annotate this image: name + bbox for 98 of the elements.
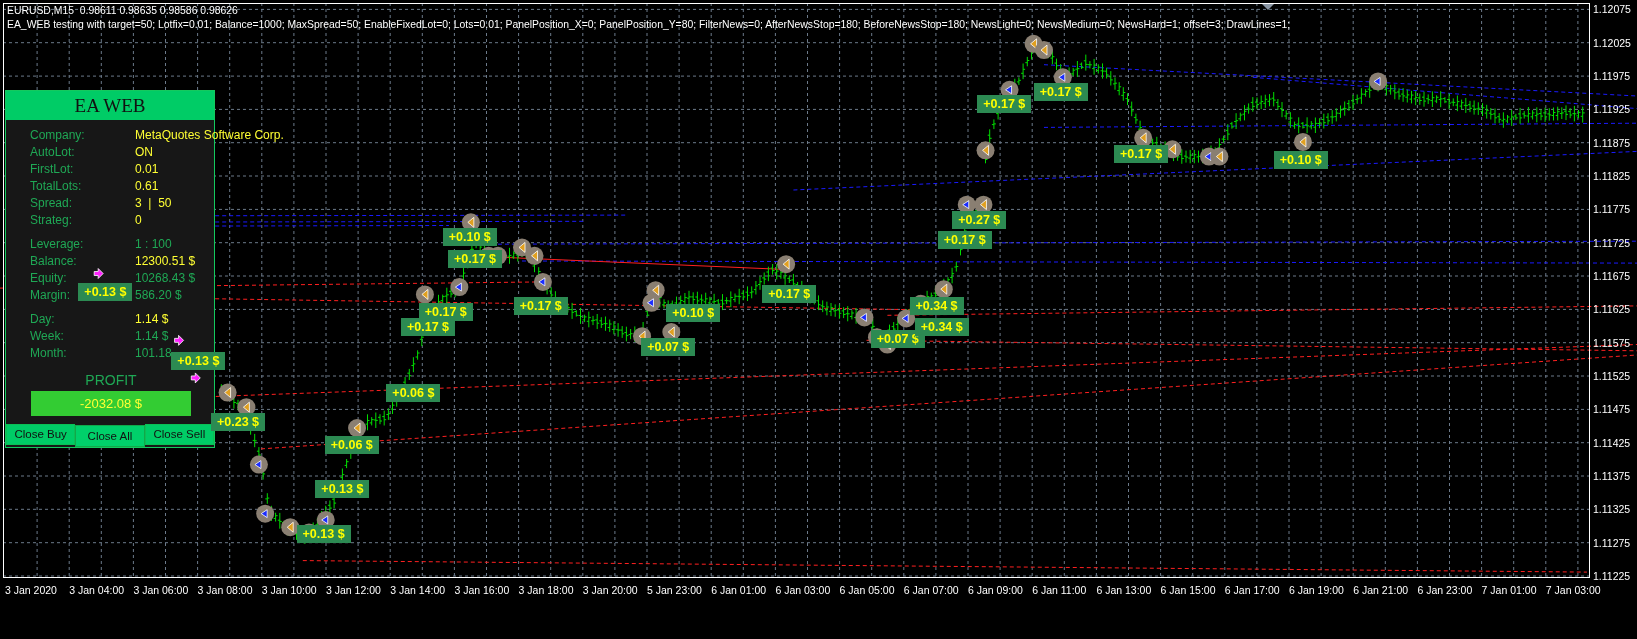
profit-tag: +0.17 $ bbox=[1033, 82, 1088, 101]
price-label: 1.11525 bbox=[1593, 370, 1631, 382]
price-label: 1.11925 bbox=[1593, 103, 1631, 116]
time-label: 6 Jan 13:00 bbox=[1096, 584, 1152, 596]
profit-tag: +0.10 $ bbox=[1273, 150, 1328, 169]
time-label: 3 Jan 10:00 bbox=[261, 584, 317, 596]
time-label: 7 Jan 01:00 bbox=[1481, 584, 1537, 596]
close-button[interactable]: Close Buy bbox=[6, 424, 76, 445]
info-label: Spread: bbox=[30, 195, 73, 212]
time-label: 3 Jan 12:00 bbox=[326, 584, 381, 596]
price-label: 1.11775 bbox=[1593, 203, 1631, 216]
price-label: 1.11325 bbox=[1593, 503, 1631, 516]
time-label: 6 Jan 01:00 bbox=[711, 584, 767, 596]
profit-tag: +0.17 $ bbox=[1114, 144, 1169, 163]
time-label: 6 Jan 21:00 bbox=[1353, 584, 1409, 596]
info-label: FirstLot: bbox=[30, 161, 74, 178]
price-label: 1.11425 bbox=[1593, 436, 1631, 449]
info-label: Equity: bbox=[30, 270, 67, 287]
time-label: 7 Jan 03:00 bbox=[1545, 584, 1601, 596]
price-label: 1.11625 bbox=[1593, 303, 1631, 316]
time-label: 3 Jan 08:00 bbox=[197, 584, 253, 596]
price-label: 1.11725 bbox=[1593, 236, 1631, 249]
time-label: 3 Jan 06:00 bbox=[133, 584, 189, 596]
info-value: 3 | 50 bbox=[135, 195, 172, 212]
profit-tag: +0.06 $ bbox=[386, 383, 441, 402]
info-value: 1 : 100 bbox=[135, 236, 172, 253]
profit-tag: +0.27 $ bbox=[952, 211, 1007, 230]
time-label: 3 Jan 16:00 bbox=[454, 584, 510, 596]
time-label: 6 Jan 07:00 bbox=[903, 584, 959, 596]
price-label: 1.11675 bbox=[1593, 270, 1631, 282]
info-label: Company: bbox=[30, 127, 85, 144]
price-label: 1.11825 bbox=[1593, 170, 1631, 182]
price-label: 1.11575 bbox=[1593, 336, 1631, 349]
info-label: Strateg: bbox=[30, 212, 73, 229]
time-label: 6 Jan 19:00 bbox=[1289, 584, 1344, 596]
info-label: Day: bbox=[30, 311, 55, 328]
price-label: 1.11275 bbox=[1593, 536, 1631, 549]
profit-label: PROFIT bbox=[84, 373, 138, 387]
price-label: 1.11875 bbox=[1593, 136, 1631, 149]
profit-tag: +0.13 $ bbox=[315, 479, 370, 498]
profit-tag: +0.06 $ bbox=[324, 435, 379, 454]
time-label: 5 Jan 23:00 bbox=[647, 584, 702, 596]
profit-tag: +0.17 $ bbox=[513, 296, 568, 315]
time-label: 6 Jan 11:00 bbox=[1032, 584, 1087, 596]
price-label: 1.12075 bbox=[1593, 3, 1631, 16]
info-value: 1.14 $ bbox=[135, 311, 169, 328]
time-label: 3 Jan 04:00 bbox=[69, 584, 125, 596]
info-label: Month: bbox=[30, 345, 67, 362]
time-label: 6 Jan 23:00 bbox=[1417, 584, 1473, 596]
time-label: 3 Jan 20:00 bbox=[582, 584, 638, 596]
profit-tag: +0.13 $ bbox=[296, 524, 351, 543]
price-label: 1.11975 bbox=[1593, 70, 1631, 83]
profit-tag: +0.10 $ bbox=[666, 304, 721, 323]
info-value: 0.61 bbox=[135, 178, 159, 195]
time-label: 6 Jan 15:00 bbox=[1160, 584, 1216, 596]
price-label: 1.11475 bbox=[1593, 403, 1631, 416]
info-label: Balance: bbox=[30, 253, 77, 270]
time-label: 3 Jan 2020 bbox=[5, 584, 57, 596]
profit-tag: +0.17 $ bbox=[762, 285, 817, 304]
info-value: 10268.43 $ bbox=[135, 270, 196, 287]
time-label: 6 Jan 09:00 bbox=[968, 584, 1023, 596]
profit-tag: +0.34 $ bbox=[914, 317, 969, 336]
profit-tag: +0.34 $ bbox=[909, 296, 964, 315]
price-label: 1.11225 bbox=[1593, 570, 1631, 582]
close-button[interactable]: Close Sell bbox=[144, 424, 214, 445]
info-label: AutoLot: bbox=[30, 144, 75, 161]
info-value: ON bbox=[135, 144, 153, 161]
time-label: 6 Jan 05:00 bbox=[839, 584, 895, 596]
time-label: 3 Jan 18:00 bbox=[518, 584, 574, 596]
close-button[interactable]: Close All bbox=[75, 425, 145, 447]
info-value: 1.14 $ bbox=[135, 328, 169, 345]
time-label: 6 Jan 03:00 bbox=[775, 584, 831, 596]
profit-tag: +0.13 $ bbox=[171, 352, 226, 371]
profit-tag: +0.10 $ bbox=[442, 228, 497, 246]
price-label: 1.11375 bbox=[1593, 470, 1631, 482]
profit-value: -2032.08 $ bbox=[31, 391, 191, 416]
profit-tag: +0.17 $ bbox=[401, 317, 455, 336]
profit-tag: +0.23 $ bbox=[211, 412, 265, 431]
info-value: 0.01 bbox=[135, 161, 159, 178]
info-label: Leverage: bbox=[30, 236, 84, 253]
info-value: 101.18 bbox=[135, 345, 172, 362]
symbol-info: EURUSD,M15 0.98611 0.98635 0.98586 0.98626 bbox=[7, 5, 238, 17]
time-label: 6 Jan 17:00 bbox=[1224, 584, 1280, 596]
profit-tag: +0.13 $ bbox=[78, 283, 133, 302]
panel-title: EA WEB bbox=[6, 91, 214, 120]
info-label: TotalLots: bbox=[30, 178, 82, 195]
info-value: 12300.51 $ bbox=[135, 253, 196, 270]
info-label: Week: bbox=[30, 328, 64, 345]
info-label: Margin: bbox=[30, 287, 70, 304]
time-label: 3 Jan 14:00 bbox=[390, 584, 446, 596]
info-value: 0 bbox=[135, 212, 142, 229]
profit-tag: +0.17 $ bbox=[937, 231, 992, 250]
ea-parameters: EA_WEB testing with target=50; Lotfix=0.01; Balance=1000; MaxSpread=50; EnableFixedLot=0; Lots=0.01; PanelPosition_X=0; PanelPosition_Y=80; FilterNews=0; AfterNewsStop=180; BeforeNewsStop=180; NewsLight=0; NewsMedium=0; NewsHard=1; offset=3; DrawLines=1; bbox=[7, 19, 1291, 31]
profit-tag: +0.07 $ bbox=[641, 337, 696, 356]
price-label: 1.12025 bbox=[1593, 36, 1631, 49]
profit-tag: +0.17 $ bbox=[977, 95, 1032, 114]
info-value: 586.20 $ bbox=[135, 287, 182, 304]
profit-tag: +0.17 $ bbox=[448, 249, 502, 268]
